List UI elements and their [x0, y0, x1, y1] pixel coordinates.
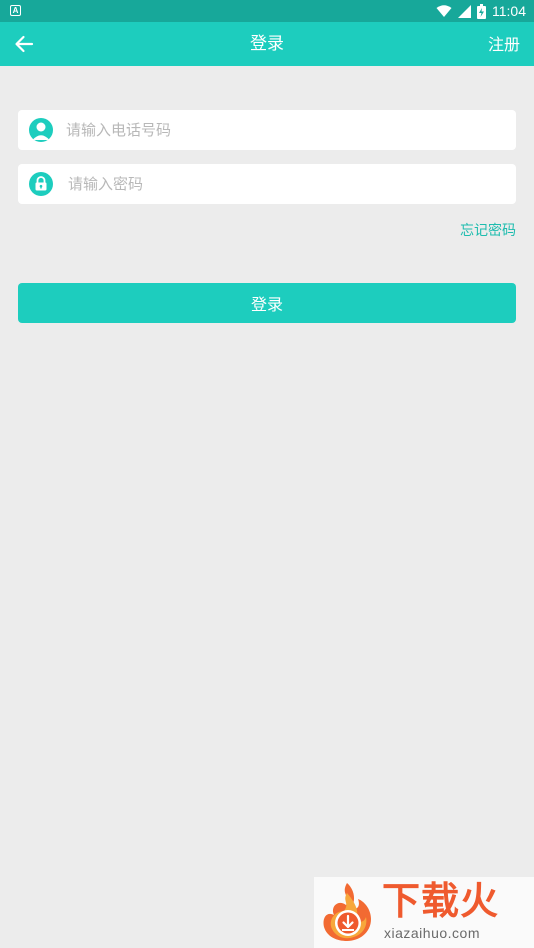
wifi-icon [436, 4, 452, 17]
watermark-banner: 下载火 xiazaihuo.com [314, 877, 534, 948]
app-bar: 登录 注册 [0, 22, 534, 66]
page-title: 登录 [250, 34, 284, 54]
lock-icon [29, 172, 53, 196]
phone-field [18, 110, 516, 150]
battery-icon [477, 3, 486, 19]
flame-download-icon [323, 883, 371, 941]
login-button[interactable]: 登录 [18, 283, 516, 323]
register-button[interactable]: 注册 [488, 22, 520, 68]
user-icon [29, 118, 53, 142]
app-notification-icon: A [10, 5, 21, 16]
status-bar: A 11:04 [0, 0, 534, 22]
password-field [18, 164, 516, 204]
password-input[interactable] [68, 164, 508, 204]
watermark-url: xiazaihuo.com [384, 925, 480, 941]
clock-time: 11:04 [492, 3, 526, 19]
phone-input[interactable] [66, 110, 506, 150]
signal-icon [458, 4, 471, 18]
watermark-title: 下载火 [382, 879, 500, 923]
forgot-password-link[interactable]: 忘记密码 [460, 220, 516, 240]
status-icons: 11:04 [436, 0, 526, 22]
